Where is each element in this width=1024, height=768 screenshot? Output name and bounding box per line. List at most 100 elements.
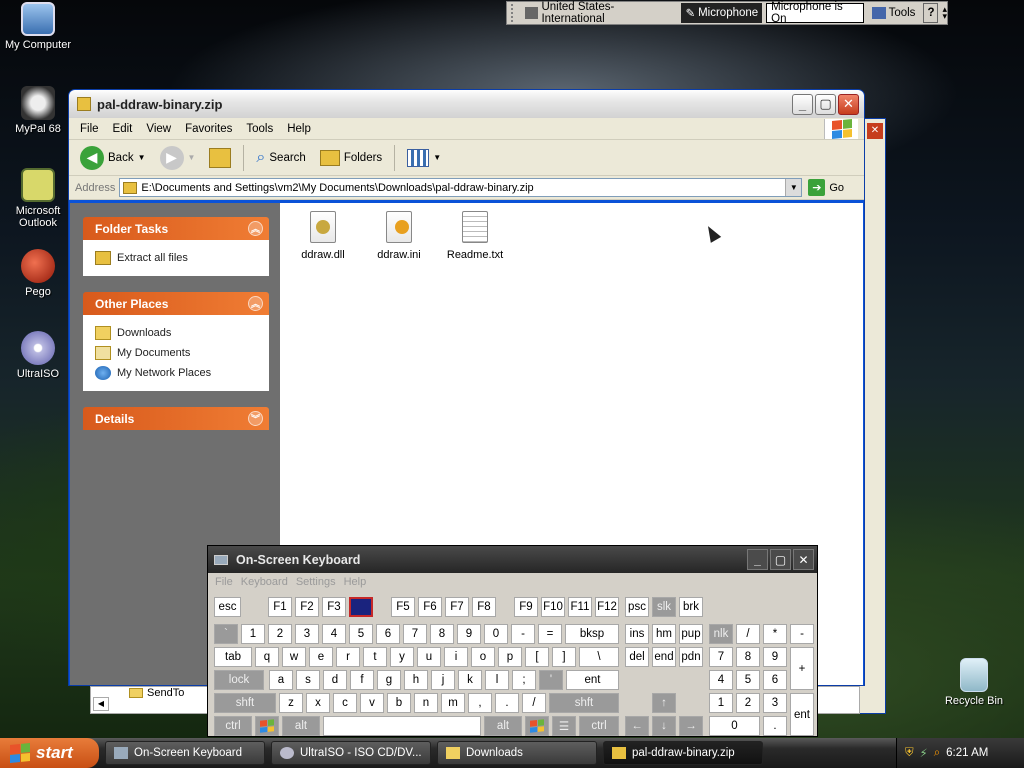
folders-button[interactable]: Folders — [315, 144, 387, 172]
key-right-ctrl[interactable]: ctrl — [579, 716, 619, 736]
key-right-windows[interactable] — [525, 716, 549, 736]
menu-tools[interactable]: Tools — [239, 123, 280, 135]
close-button[interactable]: ✕ — [838, 93, 859, 115]
key-z[interactable]: z — [279, 693, 303, 713]
tools-button[interactable]: Tools — [868, 3, 920, 23]
key-i[interactable]: i — [444, 647, 468, 667]
tree-item-sendto[interactable]: SendTo — [129, 687, 184, 699]
key-numpad-7[interactable]: 7 — [709, 647, 733, 667]
taskbar-item-ultraiso[interactable]: UltraISO - ISO CD/DV... — [271, 741, 431, 765]
expand-icon[interactable]: ︾ — [248, 411, 263, 426]
key-enter[interactable]: ent — [566, 670, 619, 690]
key-a[interactable]: a — [269, 670, 293, 690]
key-tab[interactable]: tab — [214, 647, 252, 667]
key-numpad-add[interactable]: + — [790, 647, 814, 690]
key-r[interactable]: r — [336, 647, 360, 667]
key-brk[interactable]: brk — [679, 597, 703, 617]
key-f10[interactable]: F10 — [541, 597, 565, 617]
desktop-icon-mypal[interactable]: MyPal 68 — [0, 86, 76, 135]
key-minus[interactable]: - — [511, 624, 535, 644]
key-del[interactable]: del — [625, 647, 649, 667]
key-comma[interactable]: , — [468, 693, 492, 713]
key-b[interactable]: b — [387, 693, 411, 713]
key-f11[interactable]: F11 — [568, 597, 592, 617]
forward-button[interactable]: ▶ ▼ — [155, 144, 201, 172]
key-numpad-multiply[interactable]: * — [763, 624, 787, 644]
key-m[interactable]: m — [441, 693, 465, 713]
key-numpad-enter[interactable]: ent — [790, 693, 814, 736]
details-header[interactable]: Details ︾ — [83, 407, 269, 430]
key-arrow-up[interactable]: ↑ — [652, 693, 676, 713]
key-hm[interactable]: hm — [652, 624, 676, 644]
start-button[interactable]: start — [0, 738, 99, 768]
folder-tasks-header[interactable]: Folder Tasks ︽ — [83, 217, 269, 240]
key-numpad-4[interactable]: 4 — [709, 670, 733, 690]
file-item[interactable]: Readme.txt — [446, 211, 504, 261]
desktop-icon-pego[interactable]: Pego — [0, 249, 76, 298]
key-6[interactable]: 6 — [376, 624, 400, 644]
osk-menu-file[interactable]: File — [211, 576, 237, 588]
key-7[interactable]: 7 — [403, 624, 427, 644]
key-slk[interactable]: slk — [652, 597, 676, 617]
close-icon[interactable]: ✕ — [867, 123, 883, 139]
key-8[interactable]: 8 — [430, 624, 454, 644]
collapse-icon[interactable]: ︽ — [248, 221, 263, 236]
key-left-shift[interactable]: shft — [214, 693, 276, 713]
key-v[interactable]: v — [360, 693, 384, 713]
maximize-button[interactable]: ▢ — [770, 549, 791, 570]
place-my-network-places[interactable]: My Network Places — [95, 363, 257, 383]
key-space[interactable] — [323, 716, 481, 736]
network-icon[interactable]: ⚡ — [920, 746, 928, 760]
key-left-alt[interactable]: alt — [282, 716, 320, 736]
key-ins[interactable]: ins — [625, 624, 649, 644]
views-button[interactable]: ▼ — [402, 144, 446, 172]
security-shield-icon[interactable]: ⛨ — [905, 747, 914, 760]
key-numpad-5[interactable]: 5 — [736, 670, 760, 690]
key-f6[interactable]: F6 — [418, 597, 442, 617]
key-esc[interactable]: esc — [214, 597, 241, 617]
clock[interactable]: 6:21 AM — [946, 747, 988, 759]
key-j[interactable]: j — [431, 670, 455, 690]
key-5[interactable]: 5 — [349, 624, 373, 644]
collapse-icon[interactable]: ︽ — [248, 296, 263, 311]
key-2[interactable]: 2 — [268, 624, 292, 644]
key-q[interactable]: q — [255, 647, 279, 667]
address-input[interactable]: E:\Documents and Settings\vm2\My Documen… — [119, 178, 803, 197]
key-numpad-3[interactable]: 3 — [763, 693, 787, 713]
key-psc[interactable]: psc — [625, 597, 649, 617]
minimize-button[interactable]: _ — [792, 93, 813, 115]
scroll-left-button[interactable]: ◀ — [93, 697, 109, 711]
key-backslash[interactable]: \ — [579, 647, 619, 667]
key-right-shift[interactable]: shft — [549, 693, 619, 713]
key-0[interactable]: 0 — [484, 624, 508, 644]
osk-titlebar[interactable]: On-Screen Keyboard _ ▢ ✕ — [208, 546, 817, 573]
key-c[interactable]: c — [333, 693, 357, 713]
key-left-bracket[interactable]: [ — [525, 647, 549, 667]
key-f8[interactable]: F8 — [472, 597, 496, 617]
key-k[interactable]: k — [458, 670, 482, 690]
key-f1[interactable]: F1 — [268, 597, 292, 617]
place-my-documents[interactable]: My Documents — [95, 343, 257, 363]
key-numpad-8[interactable]: 8 — [736, 647, 760, 667]
address-dropdown-button[interactable]: ▼ — [785, 179, 802, 196]
key-s[interactable]: s — [296, 670, 320, 690]
taskbar-item-downloads[interactable]: Downloads — [437, 741, 597, 765]
taskbar-item-pal-ddraw[interactable]: pal-ddraw-binary.zip — [603, 741, 763, 765]
key-l[interactable]: l — [485, 670, 509, 690]
desktop-icon-ultraiso[interactable]: UltraISO — [0, 331, 76, 380]
key-left-ctrl[interactable]: ctrl — [214, 716, 252, 736]
desktop-icon-my-computer[interactable]: My Computer — [0, 2, 76, 51]
key-x[interactable]: x — [306, 693, 330, 713]
file-item[interactable]: ddraw.ini — [370, 211, 428, 261]
key-arrow-right[interactable]: → — [679, 716, 703, 736]
key-f12[interactable]: F12 — [595, 597, 619, 617]
back-button[interactable]: ◀ Back ▼ — [75, 144, 151, 172]
key-numpad-decimal[interactable]: . — [763, 716, 787, 736]
key-numpad-6[interactable]: 6 — [763, 670, 787, 690]
key-o[interactable]: o — [471, 647, 495, 667]
language-selector[interactable]: United States-International — [521, 1, 678, 25]
key-menu[interactable]: ☰ — [552, 716, 576, 736]
osk-menu-settings[interactable]: Settings — [292, 576, 340, 588]
menu-edit[interactable]: Edit — [106, 123, 140, 135]
key-nlk[interactable]: nlk — [709, 624, 733, 644]
